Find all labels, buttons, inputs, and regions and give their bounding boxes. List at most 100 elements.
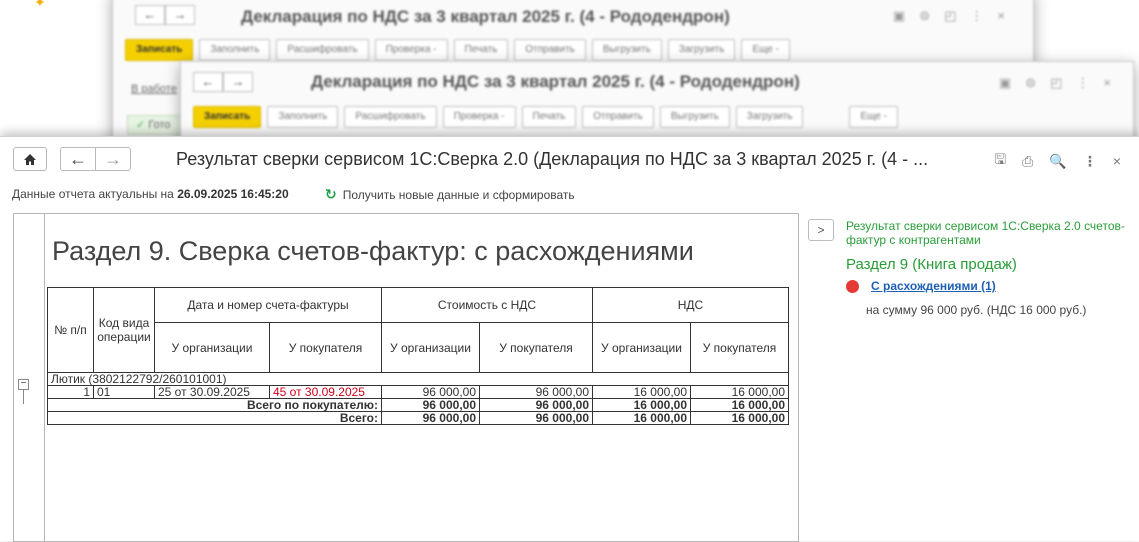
export-button: Выгрузить — [659, 106, 730, 128]
reconciliation-table: № п/п Код вида операции Дата и номер сче… — [47, 287, 789, 425]
import-button: Загрузить — [735, 106, 804, 128]
status-link: В работе — [131, 83, 177, 95]
window-title: Результат сверки сервисом 1С:Сверка 2.0 … — [176, 149, 929, 169]
freshness-datetime: 26.09.2025 16:45:20 — [177, 187, 289, 201]
back-icon: ← — [135, 5, 165, 25]
more-icon: ⋮ — [1076, 75, 1090, 90]
export-button: Выгрузить — [591, 39, 662, 61]
cell-vat-org: 16 000,00 — [592, 385, 691, 399]
status-badge-label: Гото — [148, 119, 171, 131]
subtotal-row: Всего по покупателю: 96 000,00 96 000,00… — [47, 398, 789, 412]
import-button: Загрузить — [667, 39, 736, 61]
discrepancy-sum: на сумму 96 000 руб. (НДС 16 000 руб.) — [866, 303, 1087, 317]
reconciliation-result-window: ← → Результат сверки сервисом 1С:Сверка … — [0, 136, 1139, 542]
refresh-data-link[interactable]: ↻ Получить новые данные и сформировать — [325, 186, 575, 203]
print-icon: ⊜ — [919, 8, 931, 23]
close-icon: × — [1103, 75, 1111, 90]
refresh-icon: ↻ — [325, 186, 337, 202]
decode-button: Расшифровать — [276, 39, 369, 61]
status-badge: ✓ Гото — [127, 115, 187, 135]
notification-mark-icon: ✦ — [34, 0, 46, 10]
total-cost-buyer: 96 000,00 — [479, 411, 593, 425]
group-row[interactable]: Лютик (3802122792/260101001) — [47, 372, 789, 386]
panel-toggle-button[interactable]: > — [808, 219, 834, 241]
preview-icon: ◰ — [944, 8, 957, 23]
total-label: Всего: — [47, 411, 382, 425]
report-gutter — [14, 214, 45, 541]
total-vat-buyer: 16 000,00 — [690, 411, 789, 425]
save-icon: ▣ — [998, 75, 1012, 90]
decode-button: Расшифровать — [344, 106, 437, 128]
forward-icon: → — [223, 72, 253, 92]
refresh-data-label: Получить новые данные и сформировать — [342, 187, 575, 202]
total-row: Всего: 96 000,00 96 000,00 16 000,00 16 … — [47, 411, 789, 425]
header-vat: НДС — [592, 287, 789, 323]
print-icon: ⊜ — [1025, 75, 1037, 90]
subtotal-label: Всего по покупателю: — [47, 398, 382, 412]
more-icon[interactable]: ⋮ — [1083, 153, 1097, 170]
fill-button: Заполнить — [267, 106, 339, 128]
subtotal-vat-buyer: 16 000,00 — [690, 398, 789, 412]
cell-cost-buyer: 96 000,00 — [479, 385, 593, 399]
data-freshness: Данные отчета актуальны на 26.09.2025 16… — [12, 187, 289, 201]
report-area: Раздел 9. Сверка счетов-фактур: с расхож… — [13, 213, 799, 542]
save-button: Записать — [193, 106, 262, 128]
cell-invoice-org: 25 от 30.09.2025 — [154, 385, 270, 399]
header-invoice: Дата и номер счета-фактуры — [154, 287, 382, 323]
header-invoice-org: У организации — [154, 322, 270, 373]
forward-icon: → — [165, 5, 195, 25]
background-window-title: Декларация по НДС за 3 квартал 2025 г. (… — [241, 7, 730, 26]
send-button: Отправить — [582, 106, 654, 128]
close-icon[interactable]: × — [1113, 153, 1121, 169]
table-row[interactable]: 1 01 25 от 30.09.2025 45 от 30.09.2025 9… — [47, 385, 789, 399]
back-icon: ← — [193, 72, 223, 92]
counterparty-label: Лютик (3802122792/260101001) — [47, 372, 789, 386]
check-button: Проверка - — [374, 39, 448, 61]
forward-button[interactable]: → — [95, 147, 131, 171]
status-red-dot-icon — [846, 279, 859, 293]
freshness-prefix: Данные отчета актуальны на — [12, 187, 174, 201]
close-icon: × — [997, 8, 1005, 23]
check-button: Проверка - — [442, 106, 516, 128]
cell-number: 1 — [47, 385, 94, 399]
summary-panel: Результат сверки сервисом 1С:Сверка 2.0 … — [846, 219, 1136, 317]
header-cost-with-vat: Стоимость с НДС — [381, 287, 593, 323]
print-button: Печать — [521, 106, 577, 128]
tree-connector — [23, 390, 24, 404]
print-icon[interactable]: ⎙ — [1022, 153, 1033, 170]
subtotal-cost-buyer: 96 000,00 — [479, 398, 593, 412]
save-icon: ▣ — [892, 8, 906, 23]
fill-button: Заполнить — [199, 39, 271, 61]
arrow-right-icon: → — [104, 148, 122, 169]
title-bar: ← → Результат сверки сервисом 1С:Сверка … — [0, 137, 1139, 181]
report-heading: Раздел 9. Сверка счетов-фактур: с расхож… — [52, 236, 694, 266]
subtotal-vat-org: 16 000,00 — [592, 398, 691, 412]
more-icon: ⋮ — [970, 8, 984, 23]
discrepancy-link[interactable]: С расхождениями (1) — [871, 279, 996, 293]
check-icon: ✓ — [136, 119, 146, 131]
total-vat-org: 16 000,00 — [592, 411, 691, 425]
back-button[interactable]: ← — [60, 147, 96, 171]
header-cost-org: У организации — [381, 322, 480, 373]
panel-title-link[interactable]: Результат сверки сервисом 1С:Сверка 2.0 … — [846, 219, 1136, 247]
subtotal-cost-org: 96 000,00 — [381, 398, 480, 412]
preview-icon: ◰ — [1050, 75, 1063, 90]
header-vat-buyer: У покупателя — [690, 322, 789, 373]
discrepancy-item: С расхождениями (1) — [846, 279, 1136, 293]
cell-operation-code: 01 — [93, 385, 155, 399]
home-button[interactable] — [13, 147, 47, 171]
header-vat-org: У организации — [592, 322, 691, 373]
cell-vat-buyer: 16 000,00 — [690, 385, 789, 399]
group-collapse-toggle[interactable]: − — [18, 379, 29, 390]
total-cost-org: 96 000,00 — [381, 411, 480, 425]
send-button: Отправить — [514, 39, 586, 61]
save-icon[interactable]: 🖫 — [994, 149, 1006, 173]
header-invoice-buyer: У покупателя — [269, 322, 382, 373]
more-button: Еще - — [741, 39, 790, 61]
chevron-right-icon: > — [817, 223, 825, 237]
print-button: Печать — [453, 39, 509, 61]
panel-section-heading: Раздел 9 (Книга продаж) — [846, 256, 1017, 273]
arrow-left-icon: ← — [69, 148, 87, 169]
header-operation-code: Код вида операции — [93, 287, 155, 373]
preview-icon[interactable]: 🔍 — [1049, 153, 1066, 170]
